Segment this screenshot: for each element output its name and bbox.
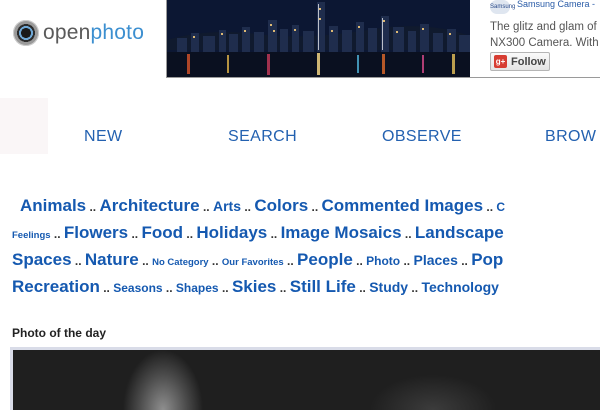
gplus-icon: g+ xyxy=(494,55,507,68)
category-technology[interactable]: Technology xyxy=(421,279,499,295)
separator: .. xyxy=(267,227,281,241)
separator: .. xyxy=(162,281,176,295)
ad-text-area: Samsung Samsung Camera - The glitz and g… xyxy=(490,0,600,77)
logo-wordmark: openphoto xyxy=(43,21,144,45)
separator: .. xyxy=(208,254,222,268)
ad-brand-name[interactable]: Samsung Camera - xyxy=(517,0,595,9)
separator: .. xyxy=(308,200,322,214)
category-row-4: Recreation .. Seasons .. Shapes .. Skies… xyxy=(12,277,499,297)
category-nature[interactable]: Nature xyxy=(85,250,139,269)
category-pop[interactable]: Pop xyxy=(471,250,503,269)
category-no-category[interactable]: No Category xyxy=(152,257,208,268)
category-our-favorites[interactable]: Our Favorites xyxy=(222,257,284,268)
separator: .. xyxy=(457,254,472,268)
category-animals[interactable]: Animals xyxy=(20,196,86,215)
logo-text-open: open xyxy=(43,21,91,44)
nav-search[interactable]: SEARCH xyxy=(228,128,297,146)
nav-browse[interactable]: BROW xyxy=(545,128,596,146)
separator: .. xyxy=(352,254,367,268)
category-holidays[interactable]: Holidays xyxy=(196,223,267,242)
category-architecture[interactable]: Architecture xyxy=(99,196,199,215)
category-still-life[interactable]: Still Life xyxy=(290,277,356,296)
separator: .. xyxy=(99,281,114,295)
advertisement-banner[interactable]: Samsung Samsung Camera - The glitz and g… xyxy=(166,0,600,78)
nav-new[interactable]: NEW xyxy=(84,128,123,146)
category-food[interactable]: Food xyxy=(141,223,183,242)
photo-of-the-day-heading: Photo of the day xyxy=(12,326,106,340)
category-seasons[interactable]: Seasons xyxy=(113,281,162,295)
separator: .. xyxy=(199,200,213,214)
category-skies[interactable]: Skies xyxy=(232,277,276,296)
nav-left-tint xyxy=(0,98,48,154)
ad-city-skyline-image[interactable] xyxy=(167,0,470,77)
category-places[interactable]: Places xyxy=(413,252,457,268)
separator: .. xyxy=(71,254,85,268)
category-landscape[interactable]: Landscape xyxy=(415,223,504,242)
separator: .. xyxy=(138,254,153,268)
separator: .. xyxy=(401,227,415,241)
ad-description-line-1: The glitz and glam of xyxy=(490,21,597,33)
samsung-logo-icon: Samsung xyxy=(490,0,515,14)
ad-description: The glitz and glam of NX300 Camera. With xyxy=(490,19,599,51)
separator: .. xyxy=(483,200,497,214)
separator: .. xyxy=(50,227,64,241)
category-colors[interactable]: Colors xyxy=(254,196,308,215)
separator: .. xyxy=(283,254,298,268)
follow-label: Follow xyxy=(511,55,546,68)
separator: .. xyxy=(355,281,370,295)
category-row-2: Feelings .. Flowers .. Food .. Holidays … xyxy=(12,223,504,243)
category-image-mosaics[interactable]: Image Mosaics xyxy=(281,223,402,242)
category-feelings[interactable]: Feelings xyxy=(12,230,51,241)
category-row-3: Spaces .. Nature .. No Category .. Our F… xyxy=(12,250,503,270)
separator: .. xyxy=(86,200,100,214)
ad-description-line-2: NX300 Camera. With xyxy=(490,37,599,49)
separator: .. xyxy=(240,200,255,214)
category-arts[interactable]: Arts xyxy=(213,198,241,214)
category-photo[interactable]: Photo xyxy=(366,254,400,268)
category-c-truncated[interactable]: C xyxy=(496,200,505,214)
photo-of-the-day-image[interactable] xyxy=(13,350,600,410)
separator: .. xyxy=(183,227,197,241)
site-logo[interactable]: openphoto xyxy=(13,20,144,46)
category-row-1: Animals .. Architecture .. Arts .. Color… xyxy=(20,196,505,216)
photo-of-the-day-frame[interactable] xyxy=(10,347,600,410)
separator: .. xyxy=(218,281,232,295)
category-shapes[interactable]: Shapes xyxy=(176,281,219,295)
skyline-graphic xyxy=(167,0,470,77)
camera-lens-icon xyxy=(13,20,39,46)
category-spaces[interactable]: Spaces xyxy=(12,250,72,269)
nav-observe[interactable]: OBSERVE xyxy=(382,128,462,146)
separator: .. xyxy=(276,281,290,295)
category-commented-images[interactable]: Commented Images xyxy=(322,196,484,215)
category-people[interactable]: People xyxy=(297,250,353,269)
category-flowers[interactable]: Flowers xyxy=(64,223,128,242)
follow-button[interactable]: g+ Follow xyxy=(490,52,550,71)
separator: .. xyxy=(128,227,142,241)
category-study[interactable]: Study xyxy=(369,279,408,295)
separator: .. xyxy=(400,254,414,268)
separator: .. xyxy=(408,281,422,295)
logo-text-photo: photo xyxy=(90,21,145,44)
category-recreation[interactable]: Recreation xyxy=(12,277,100,296)
